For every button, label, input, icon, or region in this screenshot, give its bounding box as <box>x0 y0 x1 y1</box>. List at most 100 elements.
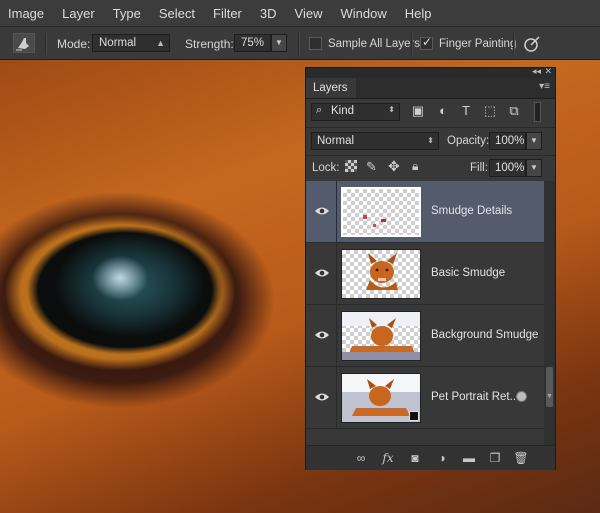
layer-name[interactable]: Background Smudge <box>431 305 538 366</box>
blend-mode-value: Normal <box>317 135 355 147</box>
separator <box>45 33 47 55</box>
fill-slider-button[interactable]: ▼ <box>526 159 542 177</box>
close-icon[interactable]: ✕ <box>544 66 552 77</box>
tool-preset-picker[interactable] <box>13 33 35 53</box>
finger-painting-option[interactable]: Finger Painting <box>420 27 516 60</box>
shape-layer-filter-icon[interactable]: ⬚ <box>482 103 498 119</box>
sample-all-layers-label: Sample All Layers <box>328 37 421 50</box>
chevron-down-icon: ▼ <box>530 136 538 145</box>
menu-select[interactable]: Select <box>159 6 195 21</box>
layer-row-smudge-details[interactable]: Smudge Details <box>306 181 544 243</box>
opacity-slider-button[interactable]: ▼ <box>526 132 542 150</box>
layers-bottom-toolbar: ∞ fx ◙ ◑ ▬ ❐ 🗑︎ <box>306 445 555 470</box>
layer-thumbnail[interactable] <box>341 249 421 299</box>
layer-name[interactable]: Smudge Details <box>431 181 512 242</box>
opacity-label: Opacity: <box>447 135 490 147</box>
smart-object-badge-icon <box>409 411 419 421</box>
menu-help[interactable]: Help <box>405 6 432 21</box>
eye-visibility-icon[interactable] <box>314 265 330 281</box>
layer-thumbnail[interactable] <box>341 373 421 423</box>
menu-filter[interactable]: Filter <box>213 6 242 21</box>
fill-label: Fill: <box>470 162 488 174</box>
layers-panel: ◂◂ ✕ Layers ▾≡ ⌕ Kind ⬍ ▣ ◐ T ⬚ ⧉ Normal… <box>305 66 556 470</box>
layers-scrollbar[interactable]: ▼ <box>544 181 555 445</box>
eye-visibility-icon[interactable] <box>314 203 330 219</box>
new-group-folder-icon[interactable]: ▬ <box>461 450 477 466</box>
filter-row: ⌕ Kind ⬍ ▣ ◐ T ⬚ ⧉ <box>306 99 555 127</box>
strength-dropdown-button[interactable]: ▼ <box>271 34 287 52</box>
fx-layer-style-icon[interactable]: fx <box>380 450 396 466</box>
layer-thumbnail[interactable] <box>341 311 421 361</box>
layer-thumbnail[interactable] <box>341 187 421 237</box>
opacity-input[interactable]: 100% <box>489 132 526 150</box>
separator <box>298 33 300 55</box>
pressure-button[interactable] <box>522 27 542 60</box>
paint-speck <box>373 224 376 227</box>
paint-speck <box>381 219 386 222</box>
updown-icon: ▲ <box>156 38 165 48</box>
fill-input[interactable]: 100% <box>489 159 526 177</box>
type-layer-filter-icon[interactable]: T <box>458 103 474 119</box>
updown-icon: ⬍ <box>427 136 434 145</box>
menu-window[interactable]: Window <box>340 6 386 21</box>
fill-value: 100% <box>495 162 525 174</box>
panel-menu-icon[interactable]: ▾≡ <box>539 81 550 92</box>
pixel-layer-filter-icon[interactable]: ▣ <box>410 103 426 119</box>
lock-all-padlock-icon[interactable]: 🔒︎ <box>412 159 418 174</box>
blend-mode-dropdown[interactable]: Normal ⬍ <box>311 132 439 150</box>
collapse-icon[interactable]: ◂◂ <box>532 66 541 77</box>
strength-label: Strength: <box>185 36 234 51</box>
new-layer-icon[interactable]: ❐ <box>487 450 503 466</box>
filter-kind-value: Kind <box>331 105 355 117</box>
chevron-down-icon: ▼ <box>530 163 538 172</box>
eye-visibility-icon[interactable] <box>314 389 330 405</box>
link-layers-icon[interactable]: ∞ <box>353 450 369 466</box>
menu-bar: Image Layer Type Select Filter 3D View W… <box>0 0 600 26</box>
panel-tab-row: Layers ▾≡ <box>306 78 555 99</box>
filter-kind-dropdown[interactable]: ⌕ Kind ⬍ <box>311 103 400 121</box>
trash-delete-icon[interactable]: 🗑︎ <box>513 450 529 466</box>
lock-transparency-icon[interactable] <box>345 160 357 172</box>
lock-pixels-brush-icon[interactable]: ✎ <box>366 159 377 175</box>
layer-row-basic-smudge[interactable]: Basic Smudge <box>306 243 544 305</box>
add-mask-icon[interactable]: ◙ <box>407 450 423 466</box>
sample-all-layers-checkbox[interactable] <box>309 37 322 50</box>
eye-visibility-icon[interactable] <box>314 327 330 343</box>
menu-image[interactable]: Image <box>8 6 44 21</box>
smart-object-filter-icon[interactable]: ⧉ <box>506 103 522 119</box>
lock-label: Lock: <box>312 162 340 174</box>
menu-view[interactable]: View <box>295 6 323 21</box>
finger-painting-checkbox[interactable] <box>420 35 433 50</box>
search-icon: ⌕ <box>316 104 323 116</box>
tool-options-bar: Mode: Normal ▲ Strength: 75% ▼ Sample Al… <box>0 26 600 60</box>
panel-title-strip: ◂◂ ✕ <box>306 66 555 78</box>
opacity-value: 100% <box>495 135 525 147</box>
layer-row-pet-portrait[interactable]: Pet Portrait Ret... <box>306 367 544 429</box>
filter-toggle-switch[interactable] <box>534 102 541 122</box>
mode-value: Normal <box>99 37 137 49</box>
scroll-down-arrow-icon[interactable]: ▼ <box>546 393 553 400</box>
scrollbar-thumb[interactable] <box>546 367 553 407</box>
sample-all-layers-option[interactable]: Sample All Layers <box>309 27 420 60</box>
mode-label: Mode: <box>57 36 91 51</box>
menu-3d[interactable]: 3D <box>260 6 277 21</box>
separator <box>513 33 515 55</box>
layer-name[interactable]: Pet Portrait Ret... <box>431 367 519 428</box>
layer-name[interactable]: Basic Smudge <box>431 243 505 304</box>
layer-row-background-smudge[interactable]: Background Smudge <box>306 305 544 367</box>
adjustment-layer-icon[interactable]: ◑ <box>434 450 450 466</box>
pen-pressure-icon <box>524 35 540 52</box>
finger-painting-label: Finger Painting <box>439 37 517 50</box>
strength-input[interactable]: 75% <box>234 34 271 52</box>
menu-layer[interactable]: Layer <box>62 6 95 21</box>
smudge-tool-icon <box>16 38 29 51</box>
mode-dropdown[interactable]: Normal ▲ <box>92 34 170 52</box>
tab-layers[interactable]: Layers <box>306 78 356 98</box>
menu-type[interactable]: Type <box>113 6 141 21</box>
adjustment-layer-filter-icon[interactable]: ◐ <box>435 103 451 119</box>
separator <box>411 33 413 55</box>
dog-thumbnail-image <box>366 253 398 290</box>
lock-position-move-icon[interactable]: ✥ <box>388 158 400 175</box>
smart-filter-badge-icon[interactable] <box>516 391 527 402</box>
paint-speck <box>363 215 367 219</box>
